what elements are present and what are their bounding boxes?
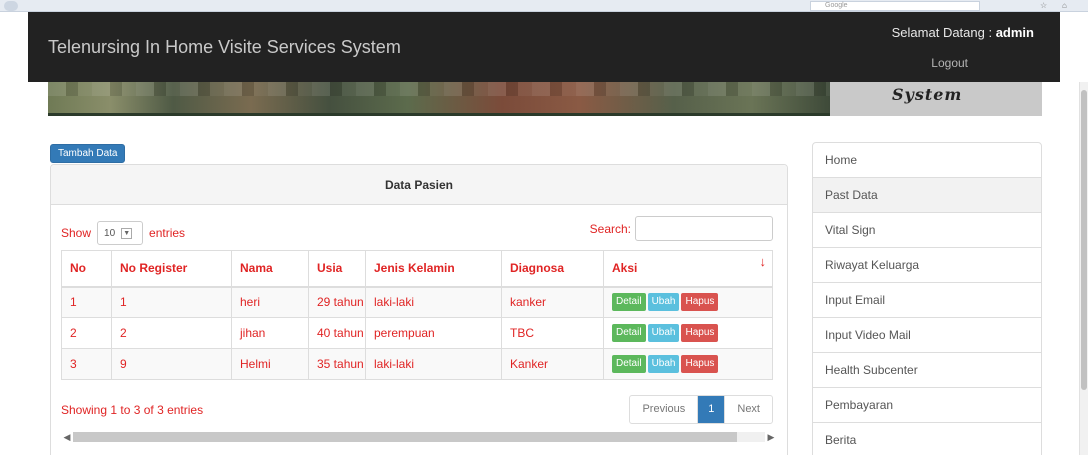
browser-search-box[interactable]: Google: [810, 1, 980, 11]
search-input[interactable]: [635, 216, 773, 241]
scrollbar-track[interactable]: [73, 432, 765, 442]
top-navbar: Telenursing In Home Visite Services Syst…: [28, 12, 1060, 82]
browser-toolbar: Google ☆ ⌂: [0, 0, 1088, 12]
cell-diagnosa: TBC: [501, 317, 604, 349]
horizontal-scrollbar[interactable]: ◀ ▶: [61, 431, 777, 443]
patient-data-panel: Data Pasien Show 10 ▼ entries Search: No…: [50, 164, 788, 455]
column-header-aksi[interactable]: Aksi ↓: [603, 250, 773, 288]
username: admin: [995, 25, 1034, 40]
page-vertical-scrollbar[interactable]: [1079, 82, 1088, 455]
sidebar-item-home[interactable]: Home: [813, 143, 1041, 178]
detail-button[interactable]: Detail: [612, 293, 646, 312]
sidebar-item-riwayat-keluarga[interactable]: Riwayat Keluarga: [813, 248, 1041, 283]
banner-logo-text: System: [892, 85, 963, 104]
column-header-no-register[interactable]: No Register: [111, 250, 232, 288]
page-1-button[interactable]: 1: [698, 396, 725, 423]
cell-register: 9: [111, 348, 232, 380]
welcome-prefix: Selamat Datang :: [891, 25, 996, 40]
cell-nama: heri: [231, 286, 309, 318]
detail-button[interactable]: Detail: [612, 355, 646, 373]
cell-diagnosa: kanker: [501, 286, 604, 318]
banner-image: [48, 82, 830, 116]
sidebar-item-input-video-mail[interactable]: Input Video Mail: [813, 318, 1041, 353]
scroll-left-icon[interactable]: ◀: [61, 432, 73, 443]
show-label: Show: [61, 226, 92, 240]
next-page-button[interactable]: Next: [724, 396, 772, 423]
cell-no: 3: [61, 348, 112, 380]
table-row: 3 9 Helmi 35 tahun laki-laki Kanker Deta…: [61, 348, 773, 380]
sidebar-item-health-subcenter[interactable]: Health Subcenter: [813, 353, 1041, 388]
page-scrollbar-thumb[interactable]: [1081, 90, 1087, 390]
cell-nama: Helmi: [231, 348, 309, 380]
brand-title[interactable]: Telenursing In Home Visite Services Syst…: [48, 37, 401, 58]
column-header-jenis-kelamin[interactable]: Jenis Kelamin: [365, 250, 502, 288]
sidebar-item-berita[interactable]: Berita: [813, 423, 1041, 455]
detail-button[interactable]: Detail: [612, 324, 646, 342]
back-button[interactable]: [4, 1, 18, 11]
cell-usia: 29 tahun: [308, 286, 366, 318]
cell-jenis-kelamin: laki-laki: [365, 348, 502, 380]
star-icon[interactable]: ☆: [1040, 1, 1047, 10]
cell-jenis-kelamin: laki-laki: [365, 286, 502, 318]
panel-title: Data Pasien: [51, 165, 787, 205]
delete-button[interactable]: Hapus: [681, 293, 719, 312]
search-label: Search:: [589, 221, 631, 236]
search-control: Search:: [590, 216, 773, 241]
table-row: 1 1 heri 29 tahun laki-laki kanker Detai…: [61, 286, 773, 318]
cell-register: 2: [111, 317, 232, 349]
length-control: Show 10 ▼ entries: [61, 221, 185, 245]
cell-register: 1: [111, 286, 232, 318]
sidebar-menu: Home Past Data Vital Sign Riwayat Keluar…: [812, 142, 1042, 455]
sidebar-item-past-data[interactable]: Past Data: [813, 178, 1041, 213]
table-info: Showing 1 to 3 of 3 entries: [61, 403, 204, 417]
cell-usia: 35 tahun: [308, 348, 366, 380]
cell-usia: 40 tahun: [308, 317, 366, 349]
entries-value: 10: [104, 227, 116, 239]
delete-button[interactable]: Hapus: [681, 324, 719, 342]
entries-select[interactable]: 10 ▼: [97, 221, 144, 245]
cell-no: 2: [61, 317, 112, 349]
add-data-button[interactable]: Tambah Data: [50, 144, 126, 163]
scrollbar-thumb[interactable]: [73, 432, 738, 442]
home-icon[interactable]: ⌂: [1062, 1, 1067, 10]
sidebar-item-vital-sign[interactable]: Vital Sign: [813, 213, 1041, 248]
edit-button[interactable]: Ubah: [647, 293, 680, 312]
welcome-text: Selamat Datang : admin: [892, 25, 1034, 40]
cell-nama: jihan: [231, 317, 309, 349]
column-header-nama[interactable]: Nama: [231, 250, 309, 288]
cell-no: 1: [61, 286, 112, 318]
table-header-row: No No Register Nama Usia Jenis Kelamin D…: [61, 250, 773, 288]
sidebar-item-pembayaran[interactable]: Pembayaran: [813, 388, 1041, 423]
cell-jenis-kelamin: perempuan: [365, 317, 502, 349]
cell-aksi: Detail Ubah Hapus: [603, 286, 773, 318]
column-header-aksi-label: Aksi: [612, 261, 638, 276]
banner-logo: System: [830, 82, 1042, 116]
chevron-down-icon: ▼: [121, 227, 133, 239]
cell-aksi: Detail Ubah Hapus: [603, 348, 773, 380]
delete-button[interactable]: Hapus: [681, 355, 719, 373]
edit-button[interactable]: Ubah: [647, 355, 680, 373]
logout-link[interactable]: Logout: [931, 56, 968, 70]
column-header-no[interactable]: No: [61, 250, 112, 288]
column-header-usia[interactable]: Usia: [308, 250, 366, 288]
edit-button[interactable]: Ubah: [647, 324, 680, 342]
cell-diagnosa: Kanker: [501, 348, 604, 380]
entries-label: entries: [149, 226, 186, 240]
pagination: Previous 1 Next: [629, 395, 773, 424]
scroll-right-icon[interactable]: ▶: [765, 432, 777, 443]
sidebar-item-input-email[interactable]: Input Email: [813, 283, 1041, 318]
previous-page-button[interactable]: Previous: [630, 396, 699, 423]
column-header-diagnosa[interactable]: Diagnosa: [501, 250, 604, 288]
cell-aksi: Detail Ubah Hapus: [603, 317, 773, 349]
table-row: 2 2 jihan 40 tahun perempuan TBC Detail U…: [61, 317, 773, 349]
sort-icon: ↓: [759, 254, 767, 269]
patient-table: No No Register Nama Usia Jenis Kelamin D…: [61, 250, 773, 380]
